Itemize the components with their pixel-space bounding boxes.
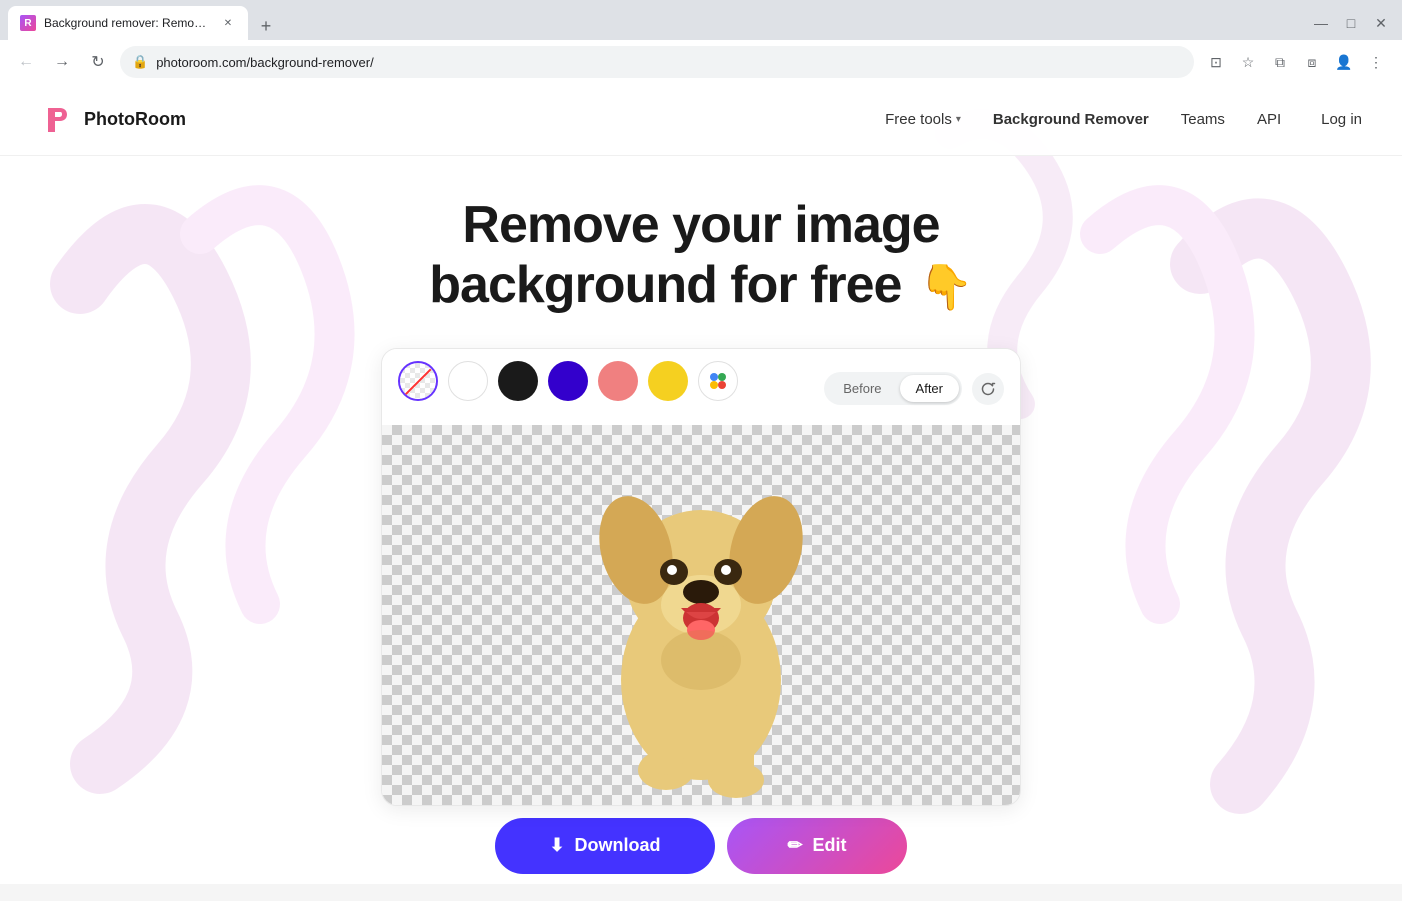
nav-background-remover-label: Background Remover bbox=[993, 111, 1149, 128]
tab-close-button[interactable]: ✕ bbox=[220, 15, 236, 31]
new-tab-button[interactable]: + bbox=[252, 12, 280, 40]
nav-free-tools-label: Free tools bbox=[885, 111, 952, 128]
before-after-toggle: Before After bbox=[824, 372, 962, 405]
cursor-emoji: 👇 bbox=[919, 263, 973, 314]
edit-icon: ✏ bbox=[787, 835, 802, 856]
reload-button[interactable]: ↻ bbox=[84, 48, 112, 76]
download-button[interactable]: ⬇ Download bbox=[495, 818, 715, 874]
color-black[interactable] bbox=[498, 361, 538, 401]
color-more[interactable] bbox=[698, 361, 738, 401]
nav-background-remover[interactable]: Background Remover bbox=[993, 111, 1149, 128]
active-tab[interactable]: R Background remover: Remove yo ✕ bbox=[8, 6, 248, 40]
bookmark-icon[interactable]: ☆ bbox=[1234, 48, 1262, 76]
nav-teams[interactable]: Teams bbox=[1181, 111, 1225, 128]
logo-text[interactable]: PhotoRoom bbox=[84, 109, 186, 130]
toolbar-actions: ⊡ ☆ ⧉ ⧈ 👤 ⋮ bbox=[1202, 48, 1390, 76]
hero-title-line2: background for free bbox=[429, 256, 901, 314]
action-buttons: ⬇ Download ✏ Edit bbox=[495, 818, 907, 874]
extensions-icon[interactable]: ⧉ bbox=[1266, 48, 1294, 76]
dog-image bbox=[536, 430, 866, 800]
tab-favicon: R bbox=[20, 15, 36, 31]
color-yellow[interactable] bbox=[648, 361, 688, 401]
before-button[interactable]: Before bbox=[827, 375, 897, 402]
browser-chrome: R Background remover: Remove yo ✕ + — □ … bbox=[0, 0, 1402, 84]
menu-icon[interactable]: ⋮ bbox=[1362, 48, 1390, 76]
browser-toolbar: ← → ↻ 🔒 photoroom.com/background-remover… bbox=[0, 40, 1402, 84]
page-content: PhotoRoom Free tools ▾ Background Remove… bbox=[0, 84, 1402, 884]
logo-area: PhotoRoom bbox=[40, 102, 186, 138]
nav-free-tools[interactable]: Free tools ▾ bbox=[885, 111, 961, 128]
hero-section: Remove your image background for free 👇 bbox=[0, 156, 1402, 874]
image-controls-top: Before After bbox=[382, 349, 1020, 425]
profile-icon[interactable]: 👤 bbox=[1330, 48, 1358, 76]
nav-api-label: API bbox=[1257, 111, 1281, 128]
minimize-button[interactable]: — bbox=[1308, 10, 1334, 36]
hero-title: Remove your image background for free 👇 bbox=[429, 196, 972, 316]
url-text: photoroom.com/background-remover/ bbox=[156, 55, 1182, 70]
nav-links: Free tools ▾ Background Remover Teams AP… bbox=[885, 111, 1281, 128]
download-label: Download bbox=[575, 835, 661, 856]
photoroom-logo-icon bbox=[40, 102, 76, 138]
color-picker bbox=[398, 361, 738, 401]
color-white[interactable] bbox=[448, 361, 488, 401]
lock-icon: 🔒 bbox=[132, 54, 148, 70]
color-pink[interactable] bbox=[598, 361, 638, 401]
split-screen-icon[interactable]: ⧈ bbox=[1298, 48, 1326, 76]
hero-title-line1: Remove your image bbox=[462, 196, 939, 254]
close-window-button[interactable]: ✕ bbox=[1368, 10, 1394, 36]
site-nav: PhotoRoom Free tools ▾ Background Remove… bbox=[0, 84, 1402, 156]
color-transparent[interactable] bbox=[398, 361, 438, 401]
tab-area: R Background remover: Remove yo ✕ + bbox=[8, 6, 1308, 40]
window-controls: — □ ✕ bbox=[1308, 10, 1394, 36]
browser-titlebar: R Background remover: Remove yo ✕ + — □ … bbox=[0, 0, 1402, 40]
color-purple[interactable] bbox=[548, 361, 588, 401]
refresh-button[interactable] bbox=[972, 373, 1004, 405]
image-area bbox=[382, 425, 1020, 805]
maximize-button[interactable]: □ bbox=[1338, 10, 1364, 36]
nav-api[interactable]: API bbox=[1257, 111, 1281, 128]
cast-icon[interactable]: ⊡ bbox=[1202, 48, 1230, 76]
download-icon: ⬇ bbox=[549, 835, 564, 856]
back-button[interactable]: ← bbox=[12, 48, 40, 76]
edit-label: Edit bbox=[813, 835, 847, 856]
image-card: Before After bbox=[381, 348, 1021, 806]
address-bar[interactable]: 🔒 photoroom.com/background-remover/ bbox=[120, 46, 1194, 78]
after-button[interactable]: After bbox=[900, 375, 959, 402]
edit-button[interactable]: ✏ Edit bbox=[727, 818, 907, 874]
nav-teams-label: Teams bbox=[1181, 111, 1225, 128]
login-link[interactable]: Log in bbox=[1321, 111, 1362, 128]
chevron-down-icon: ▾ bbox=[956, 114, 961, 125]
favicon-letter: R bbox=[24, 18, 31, 29]
forward-button[interactable]: → bbox=[48, 48, 76, 76]
tab-title: Background remover: Remove yo bbox=[44, 16, 212, 30]
